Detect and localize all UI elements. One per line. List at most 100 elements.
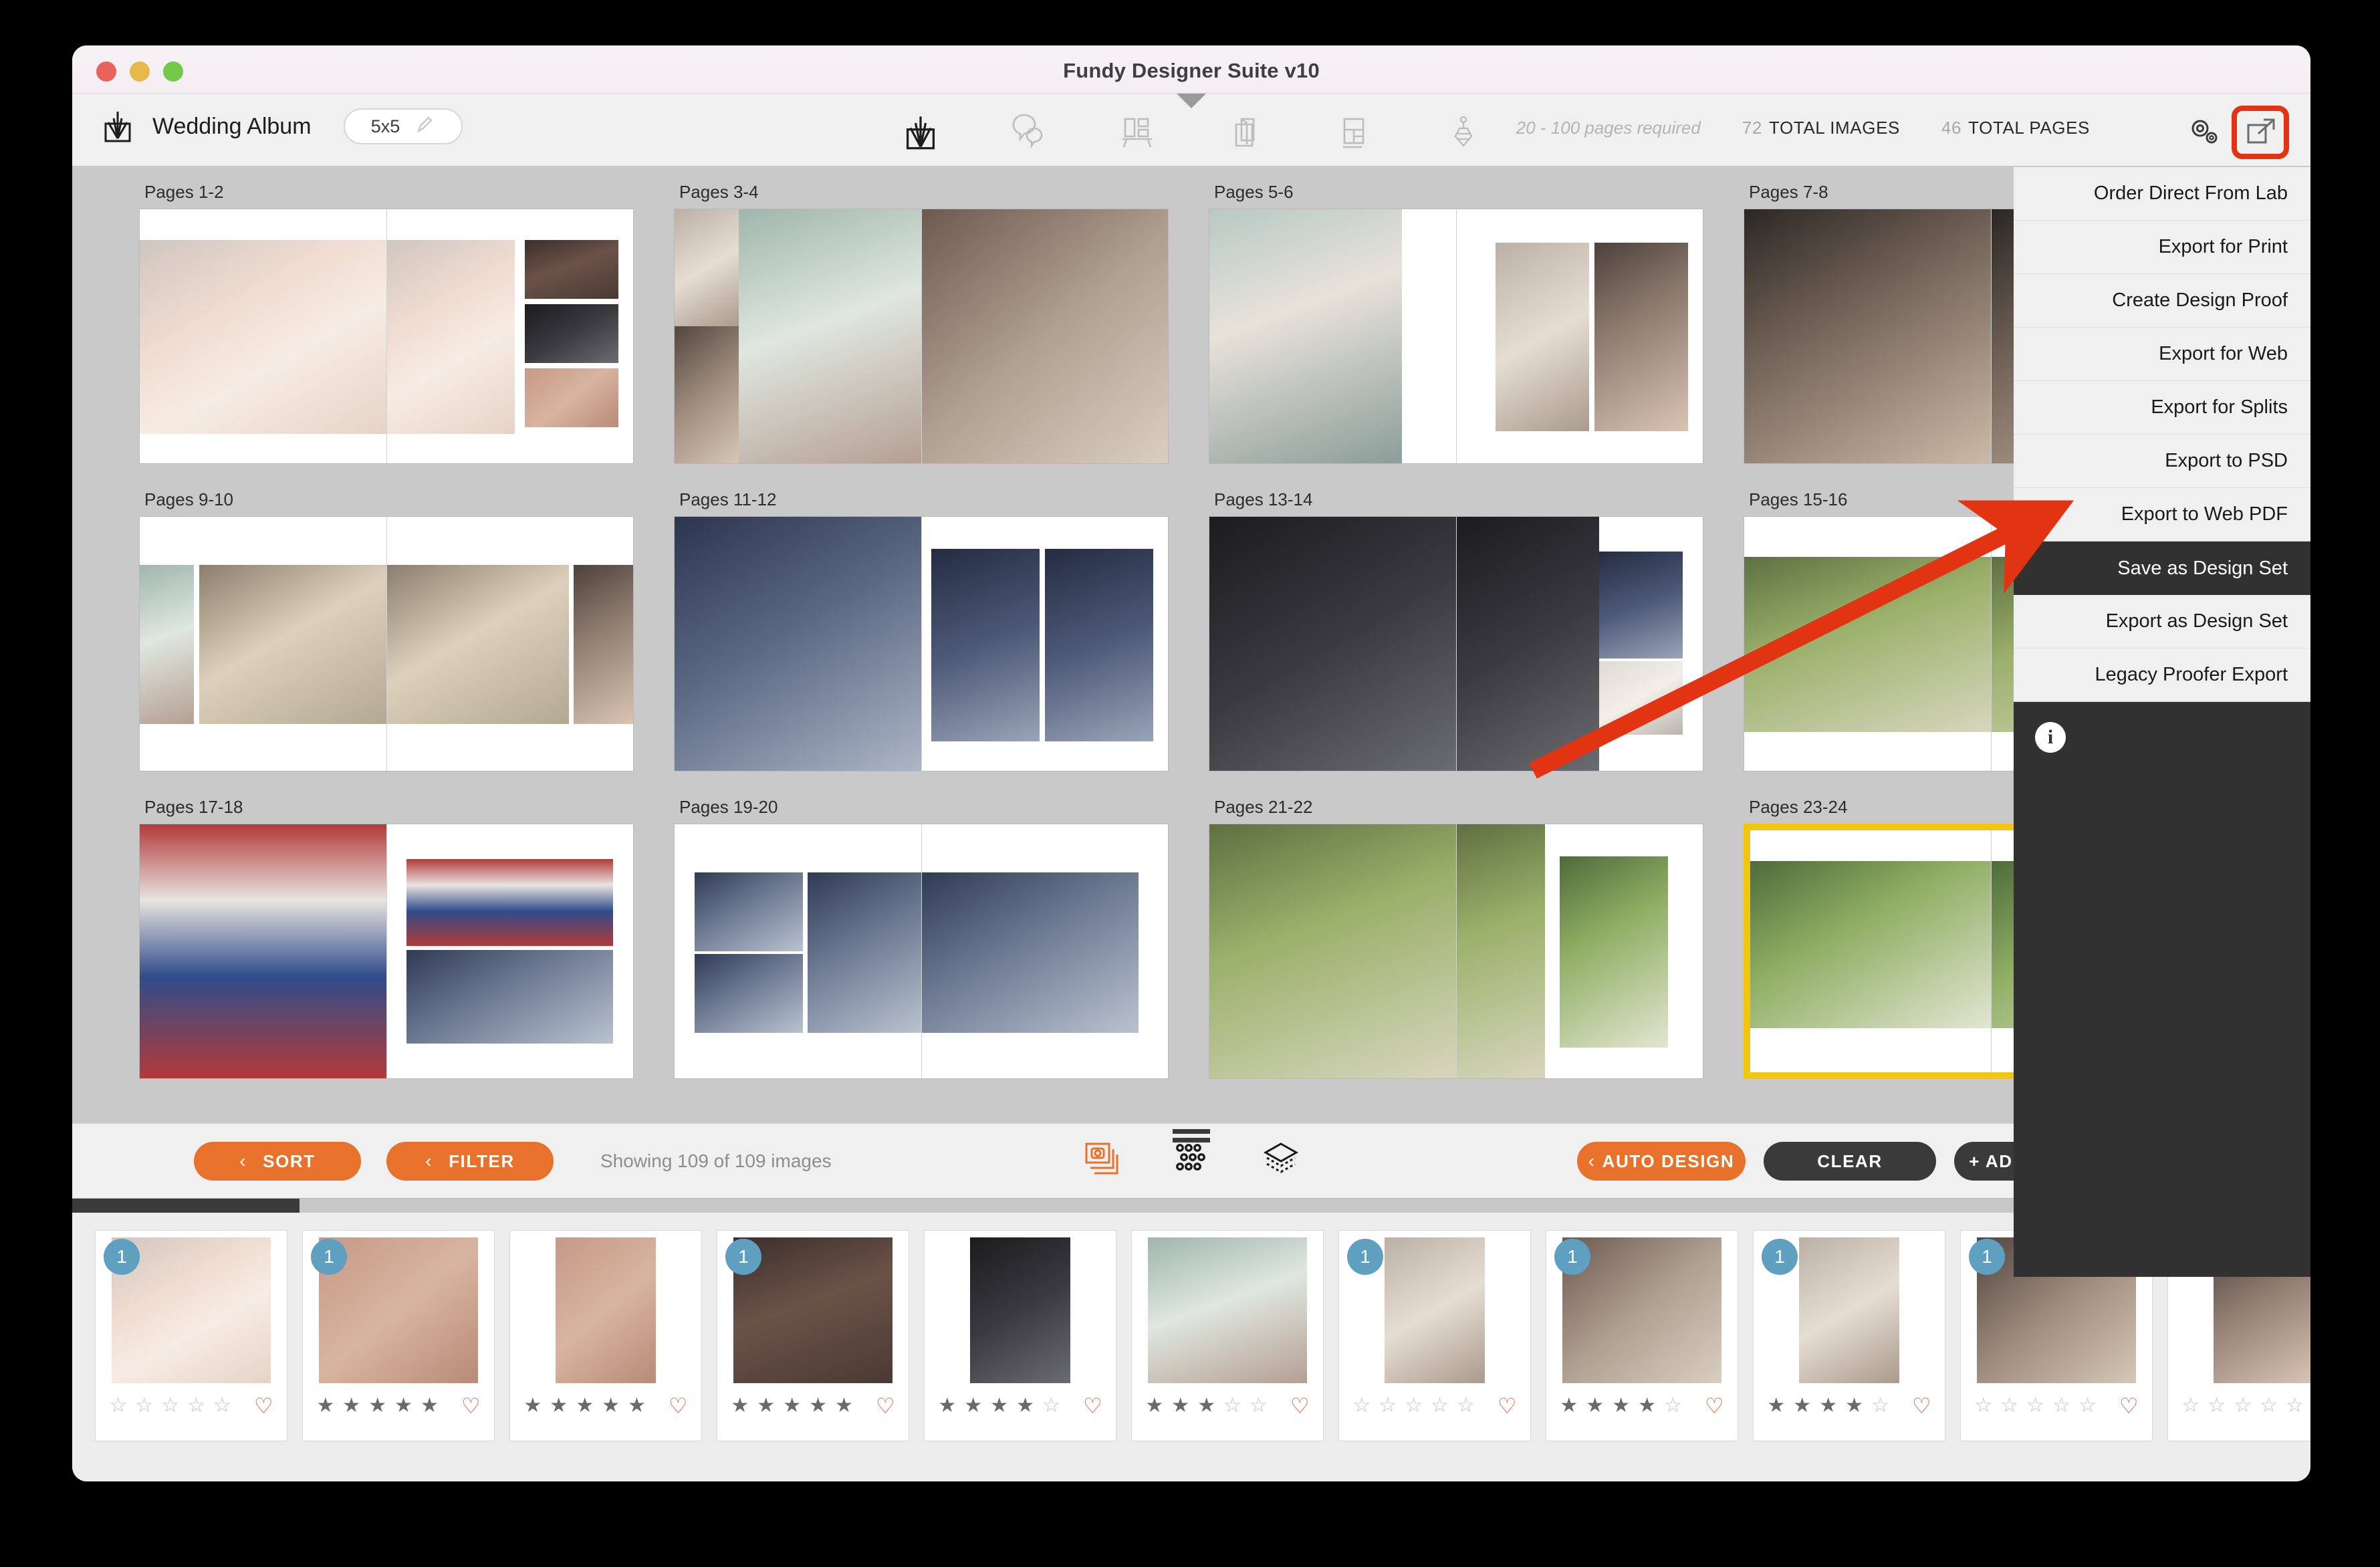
star-icon[interactable]: ★ bbox=[1612, 1396, 1630, 1416]
favorite-heart-icon[interactable]: ♡ bbox=[461, 1395, 481, 1417]
scrollbar-thumb[interactable] bbox=[72, 1199, 300, 1213]
photo-cell[interactable] bbox=[199, 565, 386, 724]
photo-cell[interactable] bbox=[406, 950, 614, 1044]
star-icon[interactable]: ☆ bbox=[1223, 1396, 1241, 1416]
favorite-heart-icon[interactable]: ♡ bbox=[1083, 1395, 1102, 1417]
star-icon[interactable]: ★ bbox=[1145, 1396, 1163, 1416]
photo-cell[interactable] bbox=[574, 565, 633, 724]
star-icon[interactable]: ★ bbox=[1638, 1396, 1656, 1416]
star-icon[interactable]: ☆ bbox=[187, 1396, 205, 1416]
favorite-heart-icon[interactable]: ♡ bbox=[1705, 1395, 1724, 1417]
spread-item[interactable]: Pages 11-12 bbox=[674, 489, 1209, 797]
photo-cell[interactable] bbox=[921, 872, 1139, 1033]
export-arrow-icon[interactable] bbox=[2242, 114, 2280, 151]
star-icon[interactable]: ★ bbox=[1197, 1396, 1215, 1416]
favorite-heart-icon[interactable]: ♡ bbox=[669, 1395, 688, 1417]
star-icon[interactable]: ★ bbox=[938, 1396, 956, 1416]
star-icon[interactable]: ☆ bbox=[1664, 1396, 1682, 1416]
auto-design-button[interactable]: ‹ AUTO DESIGN bbox=[1577, 1142, 1746, 1181]
pencil-icon[interactable] bbox=[414, 115, 435, 138]
star-icon[interactable]: ★ bbox=[809, 1396, 827, 1416]
star-icon[interactable]: ★ bbox=[602, 1396, 620, 1416]
photo-cell[interactable] bbox=[1750, 861, 1991, 1028]
proofing-tool[interactable] bbox=[1008, 106, 1050, 151]
star-icon[interactable]: ★ bbox=[1586, 1396, 1604, 1416]
spread-preview[interactable] bbox=[674, 824, 1169, 1079]
star-icon[interactable]: ★ bbox=[990, 1396, 1008, 1416]
spread-item[interactable]: Pages 9-10 bbox=[139, 489, 674, 797]
star-icon[interactable]: ☆ bbox=[1352, 1396, 1371, 1416]
star-icon[interactable]: ★ bbox=[550, 1396, 568, 1416]
drag-handle-icon[interactable] bbox=[1173, 1129, 1210, 1147]
export-menu-item[interactable]: Export for Web bbox=[2014, 328, 2310, 381]
star-icon[interactable]: ☆ bbox=[2286, 1396, 2304, 1416]
photo-cell[interactable] bbox=[931, 549, 1040, 741]
star-icon[interactable]: ★ bbox=[628, 1396, 646, 1416]
photo-cell[interactable] bbox=[738, 209, 921, 463]
filmstrip-thumbnail[interactable]: ★ ★ ★ ★ ☆ ♡ bbox=[924, 1230, 1116, 1441]
filter-button[interactable]: ‹ FILTER bbox=[386, 1142, 554, 1181]
star-icon[interactable]: ★ bbox=[342, 1396, 360, 1416]
photo-cell[interactable] bbox=[1599, 552, 1683, 658]
export-menu-item[interactable]: Export as Design Set bbox=[2014, 595, 2310, 648]
star-icon[interactable]: ★ bbox=[1171, 1396, 1189, 1416]
photo-cell[interactable] bbox=[1594, 243, 1688, 431]
album-size-pill[interactable]: 5x5 bbox=[343, 108, 463, 144]
photo-cell[interactable] bbox=[406, 859, 614, 946]
spread-preview[interactable] bbox=[139, 516, 634, 771]
spread-item[interactable]: Pages 1-2 bbox=[139, 182, 674, 489]
filmstrip-thumbnail[interactable]: 1 ☆ ☆ ☆ ☆ ☆ ♡ bbox=[1338, 1230, 1531, 1441]
star-icon[interactable]: ☆ bbox=[161, 1396, 179, 1416]
filmstrip-thumbnail[interactable]: 1 ★ ★ ★ ★ ★ ♡ bbox=[302, 1230, 495, 1441]
spread-item[interactable]: Pages 3-4 bbox=[674, 182, 1209, 489]
layers-view-button[interactable] bbox=[1260, 1138, 1302, 1180]
star-icon[interactable]: ☆ bbox=[1431, 1396, 1449, 1416]
photo-cell[interactable] bbox=[524, 304, 618, 363]
photo-cell[interactable] bbox=[524, 368, 618, 427]
spread-item[interactable]: Pages 17-18 bbox=[139, 797, 674, 1104]
spread-preview[interactable] bbox=[139, 824, 634, 1079]
star-icon[interactable]: ★ bbox=[421, 1396, 439, 1416]
export-menu-item[interactable]: Legacy Proofer Export bbox=[2014, 648, 2310, 702]
photo-cell[interactable] bbox=[1209, 209, 1402, 463]
favorite-heart-icon[interactable]: ♡ bbox=[1498, 1395, 1517, 1417]
clear-button[interactable]: CLEAR bbox=[1764, 1142, 1936, 1181]
photo-cell[interactable] bbox=[1209, 517, 1456, 771]
magazine-tool[interactable] bbox=[1225, 106, 1266, 151]
photo-cell[interactable] bbox=[1209, 824, 1456, 1078]
filmstrip-thumbnail[interactable]: ★ ★ ★ ☆ ☆ ♡ bbox=[1131, 1230, 1324, 1441]
star-icon[interactable]: ★ bbox=[1819, 1396, 1837, 1416]
photo-cell[interactable] bbox=[675, 209, 739, 326]
star-icon[interactable]: ☆ bbox=[2026, 1396, 2044, 1416]
photo-filmstrip[interactable]: 1 ☆ ☆ ☆ ☆ ☆ ♡ 1 ★ ★ ★ ★ ★ ♡ ★ ★ ★ ★ ★ ♡ 1 ★ ★ ★ ★ ★ ♡ ★ ★ ★ ★ ☆ ♡ ★ ★ ★ ☆ ☆ ♡ 1… bbox=[72, 1213, 2310, 1481]
filmstrip-thumbnail[interactable]: 1 ☆ ☆ ☆ ☆ ☆ ♡ bbox=[95, 1230, 287, 1441]
star-icon[interactable]: ☆ bbox=[109, 1396, 127, 1416]
star-icon[interactable]: ☆ bbox=[2052, 1396, 2070, 1416]
export-menu-item[interactable]: Export to PSD bbox=[2014, 435, 2310, 488]
star-icon[interactable]: ★ bbox=[1793, 1396, 1811, 1416]
wall-art-tool[interactable] bbox=[1116, 106, 1158, 151]
photo-cell[interactable] bbox=[1456, 824, 1545, 1078]
star-icon[interactable]: ☆ bbox=[1379, 1396, 1397, 1416]
photo-cell[interactable] bbox=[1044, 549, 1153, 741]
spread-preview[interactable] bbox=[1209, 209, 1703, 464]
photo-cell[interactable] bbox=[386, 565, 570, 724]
export-menu-item[interactable]: Export to Web PDF bbox=[2014, 488, 2310, 541]
photo-cell[interactable] bbox=[921, 209, 1168, 463]
star-icon[interactable]: ☆ bbox=[1871, 1396, 1889, 1416]
star-icon[interactable]: ★ bbox=[731, 1396, 749, 1416]
filmstrip-thumbnail[interactable]: 1 ★ ★ ★ ★ ☆ ♡ bbox=[1546, 1230, 1738, 1441]
favorite-heart-icon[interactable]: ♡ bbox=[2119, 1395, 2139, 1417]
filmstrip-thumbnail[interactable]: 1 ★ ★ ★ ★ ☆ ♡ bbox=[1753, 1230, 1945, 1441]
star-icon[interactable]: ★ bbox=[576, 1396, 594, 1416]
photo-cell[interactable] bbox=[1559, 856, 1669, 1048]
star-icon[interactable]: ★ bbox=[1016, 1396, 1034, 1416]
star-icon[interactable]: ★ bbox=[316, 1396, 334, 1416]
thumbnail-photo[interactable] bbox=[1148, 1237, 1307, 1383]
spread-preview[interactable] bbox=[674, 209, 1169, 464]
photo-cell[interactable] bbox=[1744, 557, 1991, 732]
photo-cell[interactable] bbox=[675, 517, 921, 771]
photo-stack-view-button[interactable] bbox=[1081, 1138, 1122, 1180]
spread-canvas-area[interactable]: Pages 1-2 Pages 3-4 Pages 5-6 Pages 7-8 … bbox=[72, 167, 2310, 1123]
star-icon[interactable]: ★ bbox=[783, 1396, 801, 1416]
